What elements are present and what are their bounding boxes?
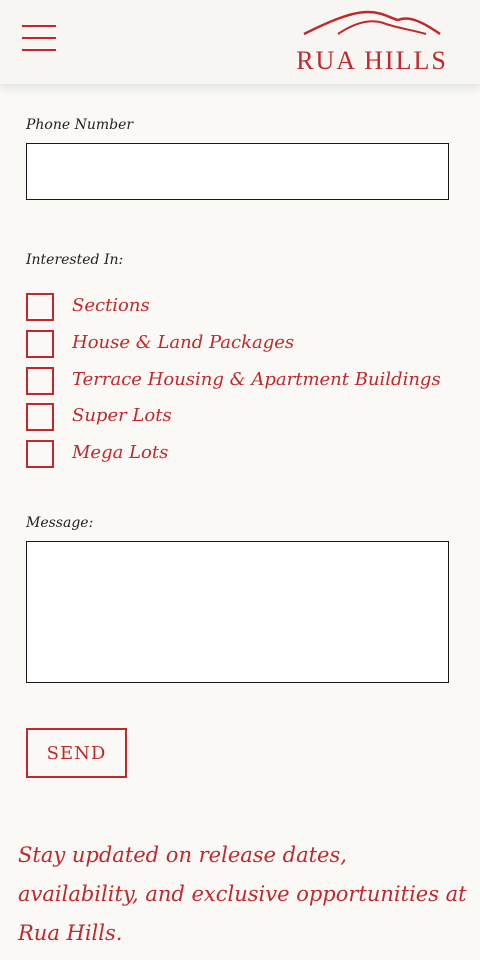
super-lots-label[interactable]: Super Lots [72,405,172,426]
option-sections[interactable]: Sections [26,293,446,321]
phone-label: Phone Number [26,117,134,133]
super-lots-checkbox[interactable] [26,403,54,431]
message-textarea[interactable] [26,541,449,683]
house-land-checkbox[interactable] [26,330,54,358]
option-terrace-housing[interactable]: Terrace Housing & Apartment Buildings [26,367,446,395]
terrace-housing-label[interactable]: Terrace Housing & Apartment Buildings [72,369,441,390]
option-house-land[interactable]: House & Land Packages [26,330,446,358]
interested-label: Interested In: [26,252,124,268]
message-label: Message: [26,515,94,531]
hamburger-menu-icon[interactable] [22,24,56,54]
phone-input[interactable] [26,143,449,200]
sections-checkbox[interactable] [26,293,54,321]
site-header: RUA HILLS [0,0,480,84]
option-mega-lots[interactable]: Mega Lots [26,440,446,468]
mega-lots-label[interactable]: Mega Lots [72,442,168,463]
rua-hills-logo[interactable]: RUA HILLS [288,8,456,75]
hills-logo-icon [303,10,441,36]
sections-label[interactable]: Sections [72,295,150,316]
house-land-label[interactable]: House & Land Packages [72,332,294,353]
terrace-housing-checkbox[interactable] [26,367,54,395]
newsletter-text: Stay updated on release dates, availabil… [18,843,467,945]
send-button[interactable]: SEND [26,728,127,778]
option-super-lots[interactable]: Super Lots [26,403,446,431]
mega-lots-checkbox[interactable] [26,440,54,468]
brand-name: RUA HILLS [296,46,448,75]
